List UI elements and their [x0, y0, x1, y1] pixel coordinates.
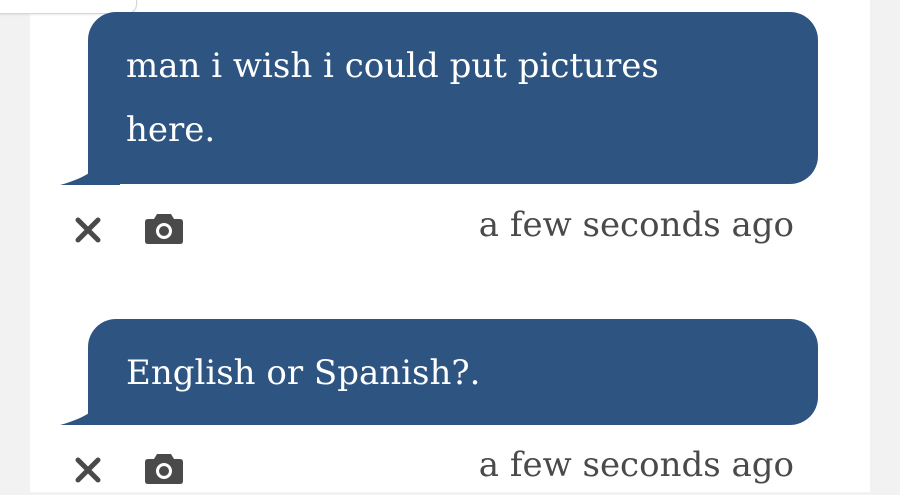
message-timestamp: a few seconds ago	[478, 445, 794, 485]
message-actions: a few seconds ago	[30, 205, 870, 255]
message-text: man i wish i could put pictures here.	[126, 46, 659, 150]
close-icon[interactable]	[74, 216, 102, 244]
message-timestamp: a few seconds ago	[478, 205, 794, 245]
camera-icon[interactable]	[144, 451, 184, 485]
message-bubble: English or Spanish?.	[88, 319, 818, 425]
message-text: English or Spanish?.	[126, 353, 481, 393]
camera-icon[interactable]	[144, 211, 184, 245]
message-actions: a few seconds ago	[30, 445, 870, 495]
close-icon[interactable]	[74, 456, 102, 484]
message-bubble: man i wish i could put pictures here.	[88, 12, 818, 184]
